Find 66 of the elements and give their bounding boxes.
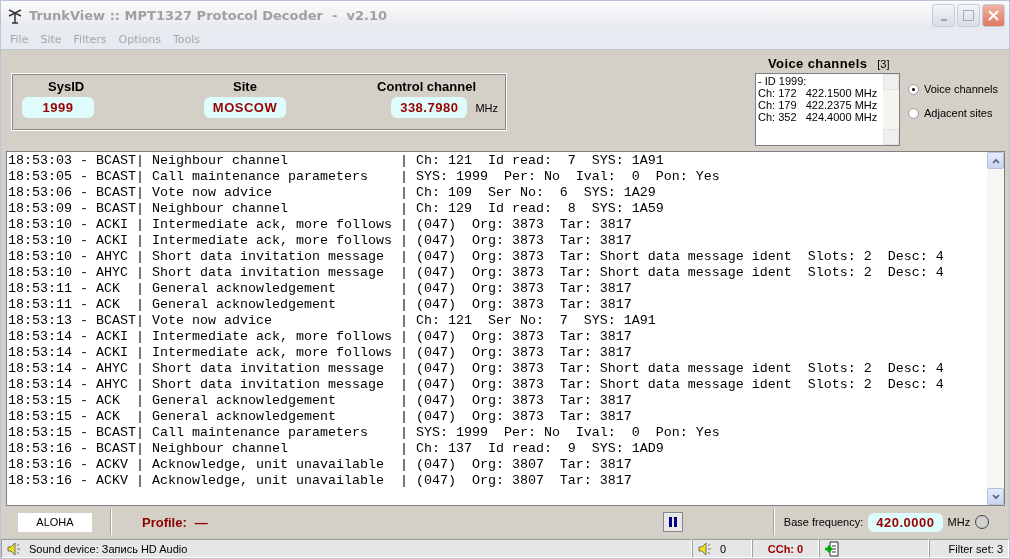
- log-line: 18:53:05 - BCAST| Call maintenance parameters | SYS: 1999 Per: No Ival: 0 Pon: Yes: [8, 169, 721, 185]
- field-value: MOSCOW: [203, 97, 287, 118]
- log-line: 18:53:15 - ACK | General acknowledgement | (047) Org: 3873 Tar: 3817: [8, 409, 633, 425]
- maximize-icon: [963, 10, 974, 21]
- profile-value: —: [194, 514, 208, 530]
- sound-device-text: Sound device: Запись HD Audio: [29, 542, 188, 555]
- field-label: Control channel: [377, 79, 476, 94]
- menu-item[interactable]: Site: [40, 33, 62, 46]
- minimize-icon: [940, 18, 947, 21]
- menu-item[interactable]: Options: [118, 33, 161, 46]
- field-value: 338.7980: [391, 97, 468, 118]
- filter-set-text: Filter set: 3: [948, 542, 1003, 555]
- log-line: 18:53:13 - BCAST| Vote now advice | Ch: 121 Ser No: 7 SYS: 1A91: [8, 313, 657, 329]
- base-frequency-value: 420.0000: [868, 512, 943, 532]
- log-line: 18:53:06 - BCAST| Vote now advice | Ch: 109 Ser No: 6 SYS: 1A29: [8, 185, 657, 201]
- scroll-down-button[interactable]: [987, 488, 1004, 505]
- log-line: 18:53:16 - BCAST| Neighbour channel | Ch: 137 Id read: 9 SYS: 1AD9: [8, 441, 665, 457]
- maximize-button[interactable]: [957, 4, 980, 27]
- antenna-icon: [7, 7, 23, 24]
- status-led-icon: [975, 515, 989, 529]
- list-line: - ID 1999:: [758, 75, 808, 87]
- field-label: SysID: [48, 79, 85, 94]
- log-line: 18:53:14 - ACKI | Intermediate ack, more follows | (047) Org: 3873 Tar: 3817: [8, 345, 633, 361]
- log-line: 18:53:03 - BCAST| Neighbour channel | Ch: 121 Id read: 7 SYS: 1A91: [8, 153, 665, 169]
- list-line: Ch: 179 422.2375 MHz: [758, 99, 879, 111]
- menu-item[interactable]: Filters: [73, 33, 107, 46]
- profile-label: Profile:: [142, 514, 187, 530]
- log-line: 18:53:16 - ACKV | Acknowledge, unit unavailable | (047) Org: 3807 Tar: 3817: [8, 473, 633, 489]
- list-line: Ch: 352 424.4000 MHz: [758, 111, 879, 123]
- unit-label: MHz: [947, 516, 971, 528]
- mode-indicator: ALOHA: [18, 512, 92, 532]
- unit-label: MHz: [475, 101, 498, 114]
- log-line: 18:53:11 - ACK | General acknowledgement | (047) Org: 3873 Tar: 3817: [8, 281, 633, 297]
- log-line: 18:53:16 - ACKV | Acknowledge, unit unavailable | (047) Org: 3807 Tar: 3817: [8, 457, 633, 473]
- log-line: 18:53:09 - BCAST| Neighbour channel | Ch: 129 Id read: 8 SYS: 1A59: [8, 201, 665, 217]
- channel-count: [3]: [877, 58, 890, 70]
- log-line: 18:53:14 - AHYC | Short data invitation message | (047) Org: 3873 Tar: Short data message ident Slots: 2 Desc: 4: [8, 377, 945, 393]
- radio-option[interactable]: Adjacent sites: [908, 107, 998, 119]
- field-value: 1999: [22, 97, 94, 118]
- log-line: 18:53:10 - AHYC | Short data invitation message | (047) Org: 3873 Tar: Short data message ident Slots: 2 Desc: 4: [8, 249, 945, 265]
- volume-text: 0: [720, 542, 727, 555]
- minimize-button[interactable]: [932, 4, 955, 27]
- menu-item[interactable]: File: [10, 33, 29, 46]
- close-button[interactable]: [982, 4, 1005, 27]
- cch-text: CCh: 0: [767, 542, 804, 555]
- log-line: 18:53:10 - AHYC | Short data invitation message | (047) Org: 3873 Tar: Short data message ident Slots: 2 Desc: 4: [8, 265, 945, 281]
- pause-button[interactable]: [662, 512, 683, 532]
- log-line: 18:53:15 - BCAST| Call maintenance parameters | SYS: 1999 Per: No Ival: 0 Pon: Yes: [8, 425, 721, 441]
- voice-channels-title: Voice channels: [768, 56, 868, 71]
- radio-option[interactable]: Voice channels: [908, 83, 998, 95]
- speaker-icon: [7, 541, 23, 556]
- window-title: TrunkView :: MPT1327 Protocol Decoder - v2.10: [29, 8, 388, 23]
- base-frequency-label: Base frequency:: [783, 516, 864, 528]
- log-line: 18:53:14 - AHYC | Short data invitation message | (047) Org: 3873 Tar: Short data message ident Slots: 2 Desc: 4: [8, 361, 945, 377]
- log-line: 18:53:14 - ACKI | Intermediate ack, more follows | (047) Org: 3873 Tar: 3817: [8, 329, 633, 345]
- close-icon: [988, 10, 999, 21]
- log-line: 18:53:10 - ACKI | Intermediate ack, more follows | (047) Org: 3873 Tar: 3817: [8, 217, 633, 233]
- scroll-up-button[interactable]: [987, 152, 1004, 169]
- log-line: 18:53:15 - ACK | General acknowledgement | (047) Org: 3873 Tar: 3817: [8, 393, 633, 409]
- menu-item[interactable]: Tools: [173, 33, 201, 46]
- document-arrow-icon: [825, 540, 841, 557]
- log-line: 18:53:10 - ACKI | Intermediate ack, more follows | (047) Org: 3873 Tar: 3817: [8, 233, 633, 249]
- list-line: Ch: 172 422.1500 MHz: [758, 87, 879, 99]
- speaker-icon: [698, 541, 714, 556]
- field-label: Site: [233, 79, 257, 94]
- log-line: 18:53:11 - ACK | General acknowledgement | (047) Org: 3873 Tar: 3817: [8, 297, 633, 313]
